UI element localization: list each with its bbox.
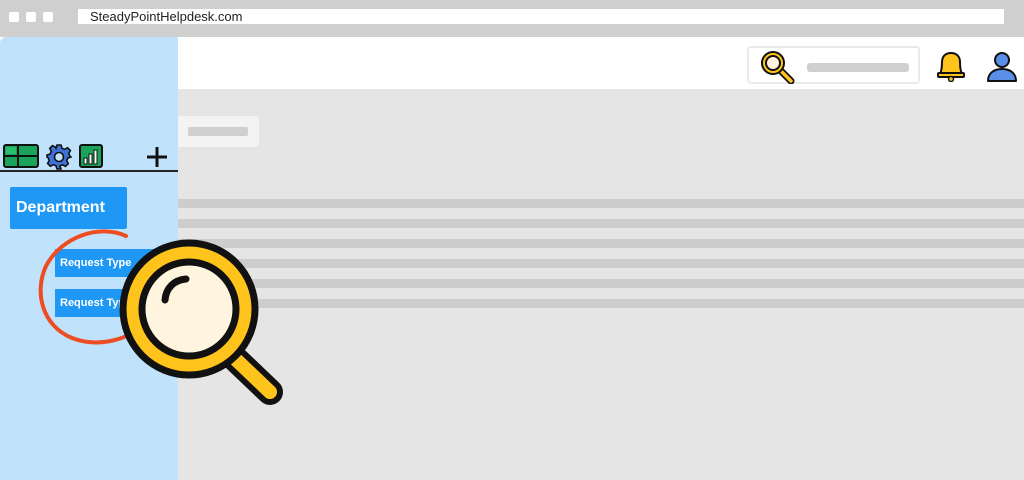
main-content [178,89,1024,480]
content-row [178,279,1024,288]
sidebar: Department Request Type Request Type [0,37,178,480]
content-row [178,259,1024,268]
request-type-button[interactable]: Request Type [55,289,155,317]
tab-placeholder [188,127,248,136]
content-row [178,299,1024,308]
dashboard-icon[interactable] [3,144,39,168]
department-button[interactable]: Department [10,187,127,229]
user-icon[interactable] [985,50,1019,84]
request-type-button[interactable]: Request Type [55,249,155,277]
search-icon [761,51,795,84]
window-dot [9,12,19,22]
window-dot [26,12,36,22]
window-dot [43,12,53,22]
content-tab[interactable] [178,116,259,147]
content-row [178,219,1024,228]
bell-icon[interactable] [934,50,968,82]
search-placeholder [807,63,909,72]
gear-icon[interactable] [46,144,72,170]
address-bar[interactable]: SteadyPointHelpdesk.com [78,9,1004,24]
plus-icon[interactable] [146,146,168,168]
bar-chart-icon[interactable] [79,144,103,168]
content-row [178,239,1024,248]
toolbar-divider [0,170,178,172]
content-row [178,199,1024,208]
browser-chrome: SteadyPointHelpdesk.com [0,0,1024,37]
search-input[interactable] [747,46,920,84]
